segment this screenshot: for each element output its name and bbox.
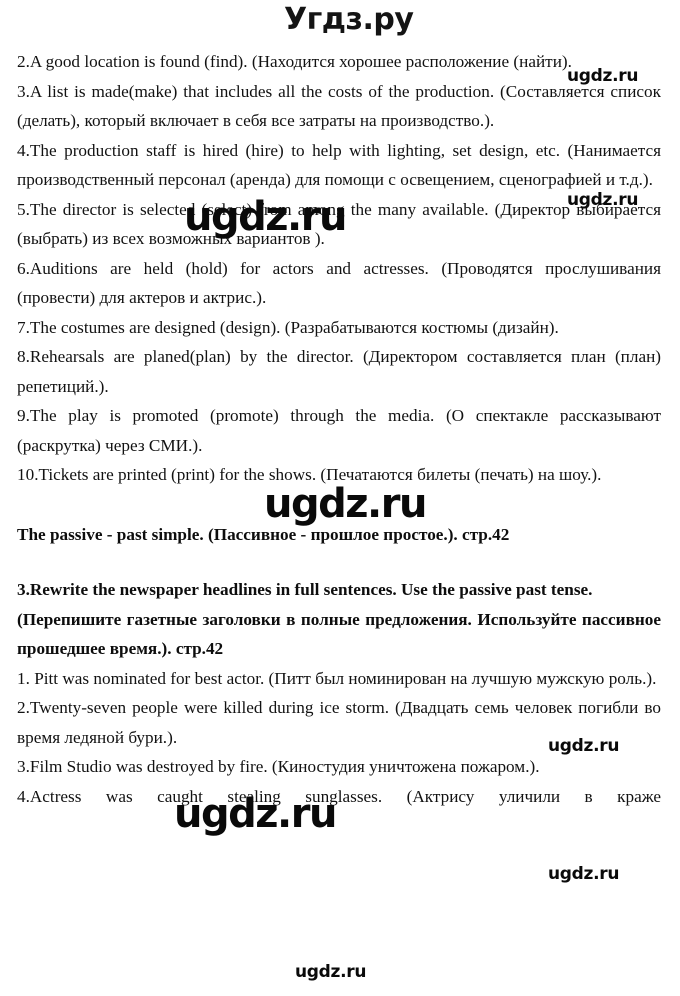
task-heading-line-1: 3.Rewrite the newspaper headlines in ful… xyxy=(17,580,593,599)
answer-item: 3.Film Studio was destroyed by fire. (Ки… xyxy=(17,757,540,776)
exercise-item: 5.The director is selected (select) from… xyxy=(17,199,661,249)
exercise-item: 6.Auditions are held (hold) for actors a… xyxy=(17,258,661,308)
answer-item: 2.Twenty-seven people were killed during… xyxy=(17,698,661,747)
exercise-item: 3.A list is made(make) that includes all… xyxy=(17,81,661,131)
document-body: 2.A good location is found (find). (Нахо… xyxy=(17,47,661,811)
exercise-item: 8.Rehearsals are planed(plan) by the dir… xyxy=(17,347,661,396)
heading-spacer xyxy=(17,549,661,575)
section-heading: The passive - past simple. (Пассивное - … xyxy=(17,524,510,544)
textbook-answer-page: Угдз.ру 2.A good location is found (find… xyxy=(0,0,680,996)
exercise-item: 4.The production staff is hired (hire) t… xyxy=(17,140,661,190)
exercise-item: 7.The costumes are designed (design). (Р… xyxy=(17,317,559,337)
answer-item: 4.Actress was caught stealing sunglasses… xyxy=(17,786,661,806)
exercise-item: 9.The play is promoted (promote) through… xyxy=(17,406,661,455)
answer-item: 1. Pitt was nominated for best actor. (П… xyxy=(17,668,657,688)
watermark-small: ugdz.ru xyxy=(295,962,367,982)
watermark-small: ugdz.ru xyxy=(548,864,620,884)
exercise-item: 2.A good location is found (find). (Нахо… xyxy=(17,52,572,71)
exercise-item: 10.Tickets are printed (print) for the s… xyxy=(17,465,602,484)
site-logo: Угдз.ру xyxy=(284,2,414,37)
task-heading-line-2: (Перепишите газетные заголовки в полные … xyxy=(17,609,661,659)
